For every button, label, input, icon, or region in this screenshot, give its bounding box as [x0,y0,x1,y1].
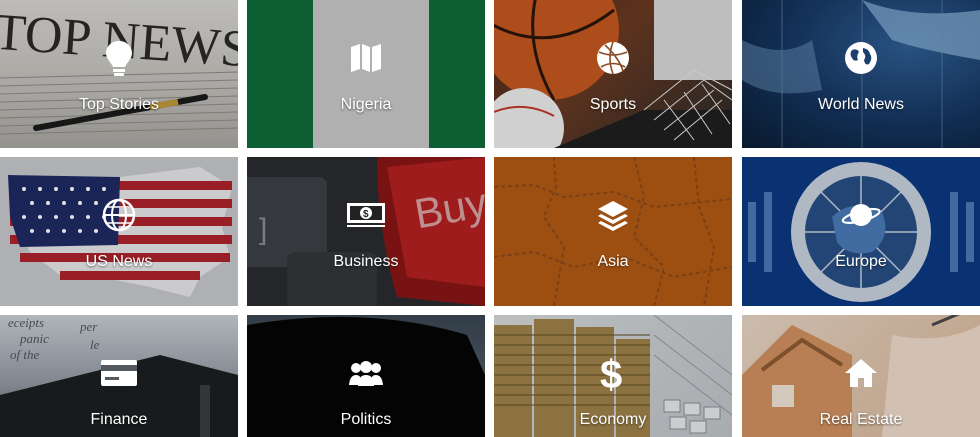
tile-asia[interactable]: Asia [494,157,732,306]
layers-icon [593,195,633,235]
tile-europe[interactable]: Europe [742,157,980,306]
tile-world-news[interactable]: World News [742,0,980,148]
tile-sports[interactable]: Sports [494,0,732,148]
tile-top-stories[interactable]: TOP NEWS Top Stories [0,0,238,148]
tile-label: Asia [597,253,629,270]
dollar-icon: $ [593,353,633,394]
tile-economy[interactable]: $ Economy [494,315,732,437]
tile-label: US News [85,253,153,270]
tile-label: Economy [579,411,647,428]
svg-text:$: $ [600,353,622,394]
svg-text:$: $ [363,209,369,220]
credit-card-icon [99,353,139,393]
tile-nigeria[interactable]: Nigeria [247,0,485,148]
tile-label: Sports [589,96,637,113]
tile-label: Top Stories [78,96,160,113]
globe-icon [841,38,881,78]
tile-label: Finance [90,411,148,428]
tile-real-estate[interactable]: Real Estate [742,315,980,437]
tile-us-news[interactable]: US News [0,157,238,306]
basketball-icon [593,38,633,78]
tile-politics[interactable]: Politics [247,315,485,437]
users-icon [346,353,386,393]
category-grid: TOP NEWS Top Stories Nigeria Sports Worl… [0,0,980,437]
planet-icon [841,195,881,235]
home-icon [841,353,881,393]
tile-label: Real Estate [819,411,903,428]
tile-business[interactable]: Buy ] $ Business [247,157,485,306]
globe-grid-icon [99,195,139,235]
map-icon [346,38,386,78]
lightbulb-icon [99,38,139,78]
money-icon: $ [346,195,386,235]
tile-label: Europe [835,253,887,270]
tile-label: Politics [340,411,392,428]
tile-label: World News [818,96,904,113]
tile-label: Nigeria [340,96,392,113]
tile-label: Business [333,253,399,270]
tile-finance[interactable]: eceipts per panic le of the Finance [0,315,238,437]
